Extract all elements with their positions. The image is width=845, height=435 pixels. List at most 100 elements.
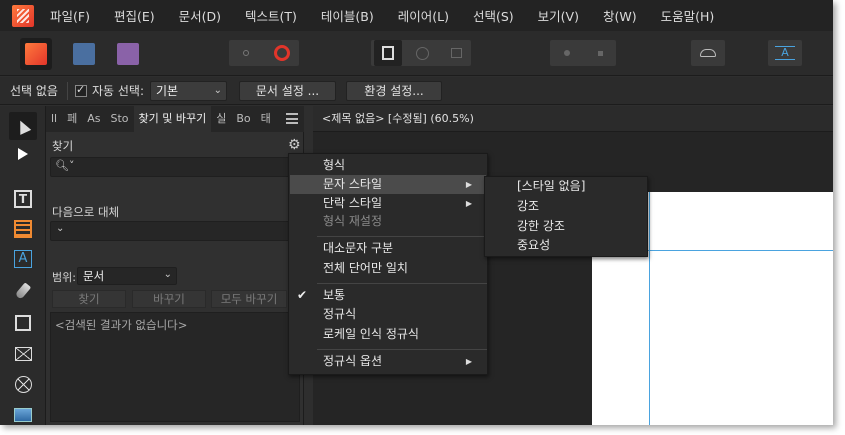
context-divider: [66, 81, 68, 100]
menu-item-label: 보통: [323, 288, 346, 302]
picture-frame-ellipse-icon[interactable]: [12, 373, 34, 395]
tab-sil[interactable]: 실: [211, 106, 231, 132]
tab-tae[interactable]: 태: [256, 106, 276, 132]
replace-label: 다음으로 대체: [52, 205, 120, 219]
margin-guide-vertical: [649, 192, 650, 425]
menu-select[interactable]: 선택(S): [473, 6, 514, 25]
move-tool-icon[interactable]: [9, 112, 37, 140]
preview-circle-icon[interactable]: [408, 40, 436, 66]
submenu-item-no-style[interactable]: [스타일 없음]: [485, 177, 647, 196]
publisher-persona-icon[interactable]: [20, 38, 52, 70]
snapping-gear-icon[interactable]: [268, 40, 296, 66]
replace-all-button[interactable]: 모두 바꾸기: [211, 290, 287, 308]
replace-input[interactable]: ⌄: [50, 221, 300, 241]
small-square-icon[interactable]: [586, 40, 614, 66]
menu-item-regex-options[interactable]: 정규식 옵션 ▶: [290, 352, 486, 371]
auto-select-dropdown[interactable]: 기본 ⌄: [150, 80, 228, 101]
auto-select-value: 기본: [156, 83, 179, 98]
menu-item-locale-regex[interactable]: 로케일 인식 정규식: [290, 325, 486, 344]
hide-view-icon[interactable]: [691, 40, 725, 66]
menu-view[interactable]: 보기(V): [538, 6, 579, 25]
app-window: 파일(F) 편집(E) 문서(D) 텍스트(T) 테이블(B) 레이어(L) 선…: [0, 0, 833, 425]
scope-dropdown[interactable]: 문서 ⌄: [77, 267, 177, 285]
scope-value: 문서: [83, 269, 105, 283]
document-setup-button[interactable]: 문서 설정 ...: [239, 80, 337, 101]
submenu-arrow-icon: ▶: [465, 180, 472, 189]
frame-text-tool-icon[interactable]: T: [12, 188, 34, 210]
gear-icon[interactable]: ⚙: [288, 137, 301, 153]
submenu-arrow-icon: ▶: [465, 199, 472, 208]
chevron-down-icon: ⌄: [213, 84, 223, 96]
picture-frame-rectangle-icon[interactable]: [12, 343, 34, 365]
snapping-dot-icon[interactable]: [232, 40, 260, 66]
menu-item-match-case[interactable]: 대소문자 구분: [290, 239, 486, 258]
menu-window[interactable]: 창(W): [603, 6, 637, 25]
menu-separator: [317, 349, 487, 350]
menu-item-label: 문자 스타일: [323, 177, 383, 191]
menu-document[interactable]: 문서(D): [179, 6, 221, 25]
menu-edit[interactable]: 편집(E): [114, 6, 155, 25]
menu-table[interactable]: 테이블(B): [321, 6, 374, 25]
checkmark-icon: ✔: [297, 288, 308, 302]
submenu-arrow-icon: ▶: [465, 357, 472, 366]
submenu-item-importance[interactable]: 중요성: [485, 236, 647, 255]
tab-find-replace[interactable]: 찾기 및 바꾸기: [133, 106, 212, 132]
menu-item-whole-word[interactable]: 전체 단어만 일치: [290, 259, 486, 278]
scope-label: 범위:: [52, 271, 76, 284]
submenu-item-emphasis[interactable]: 강조: [485, 197, 647, 216]
tab-ll[interactable]: ll: [46, 106, 62, 132]
no-selection-label: 선택 없음: [10, 84, 58, 98]
designer-persona-icon[interactable]: [68, 38, 100, 70]
menu-item-character-style[interactable]: 문자 스타일 ▶: [290, 175, 486, 194]
search-icon: 🔍︎˅: [55, 159, 75, 172]
tab-assets[interactable]: As: [82, 106, 105, 132]
replace-button[interactable]: 바꾸기: [132, 290, 206, 308]
rectangle-tool-icon[interactable]: [12, 312, 34, 334]
menu-item-regex[interactable]: 정규식: [290, 305, 486, 324]
menu-item-label: 전체 단어만 일치: [323, 261, 408, 275]
find-button[interactable]: 찾기: [52, 290, 126, 308]
tab-pages[interactable]: 페: [62, 106, 82, 132]
auto-select-label: 자동 선택:: [91, 84, 145, 98]
menu-item-label: 정규식 옵션: [323, 354, 383, 368]
normal-view-icon[interactable]: [374, 40, 402, 66]
menu-file[interactable]: 파일(F): [50, 6, 90, 25]
preview-frame-icon[interactable]: [442, 40, 470, 66]
chevron-down-icon: ⌄: [163, 269, 172, 280]
tab-bo[interactable]: Bo: [231, 106, 255, 132]
tools-panel: T A: [0, 106, 46, 425]
tab-stock[interactable]: Sto: [106, 106, 134, 132]
menu-item-label: 형식: [323, 158, 346, 172]
menu-text[interactable]: 텍스트(T): [245, 6, 297, 25]
menu-item-paragraph-style[interactable]: 단락 스타일 ▶: [290, 194, 486, 213]
results-list: <검색된 결과가 없습니다>: [50, 312, 300, 422]
text-frame-icon[interactable]: A: [768, 40, 802, 66]
node-tool-icon[interactable]: [12, 143, 34, 165]
menu-item-label: 단락 스타일: [323, 196, 383, 210]
menu-item-format[interactable]: 형식: [290, 156, 486, 175]
toolbar: A: [0, 31, 833, 76]
menu-item-reset-format: 형식 재설정: [290, 212, 486, 231]
find-label: 찾기: [52, 139, 74, 153]
context-toolbar: 선택 없음 자동 선택: 기본 ⌄ 문서 설정 ... 환경 설정...: [0, 77, 833, 105]
submenu-item-strong-emphasis[interactable]: 강한 강조: [485, 217, 647, 236]
preferences-button[interactable]: 환경 설정...: [346, 80, 443, 101]
auto-select-checkbox[interactable]: [74, 83, 87, 97]
artistic-text-tool-icon[interactable]: A: [12, 248, 34, 270]
character-style-submenu: [스타일 없음] 강조 강한 강조 중요성: [484, 176, 648, 257]
menu-layer[interactable]: 레이어(L): [398, 6, 449, 25]
document-tab[interactable]: <제목 없음> [수정됨] (60.5%): [313, 106, 833, 132]
pin-icon[interactable]: [553, 40, 581, 66]
find-replace-panel: ll 페 As Sto 찾기 및 바꾸기 실 Bo 태 찾기 ⚙ 🔍︎˅ 다음으…: [46, 106, 304, 425]
chevron-down-icon: ⌄: [56, 223, 65, 234]
menu-item-normal[interactable]: ✔ 보통: [290, 286, 486, 305]
find-input[interactable]: 🔍︎˅: [50, 157, 300, 177]
menu-help[interactable]: 도움말(H): [661, 6, 715, 25]
place-image-tool-icon[interactable]: [12, 404, 34, 425]
menu-item-label: 대소문자 구분: [323, 241, 394, 255]
table-tool-icon[interactable]: [12, 218, 34, 240]
panel-menu-icon[interactable]: [286, 113, 298, 124]
photo-persona-icon[interactable]: [112, 38, 144, 70]
panel-tabs: ll 페 As Sto 찾기 및 바꾸기 실 Bo 태: [46, 106, 304, 132]
pen-tool-icon[interactable]: [12, 280, 34, 302]
